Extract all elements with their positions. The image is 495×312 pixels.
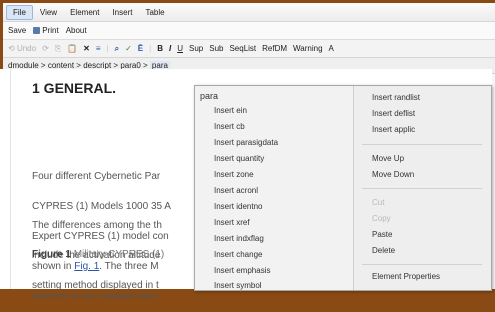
menu-separator [362,188,482,189]
figure-caption: Figure 1 Military CYPRES (1) [32,249,164,260]
para1-line: Four different Cybernetic Par [32,171,161,182]
menu-separator [362,144,482,145]
menu-item-insert-deflist[interactable]: Insert deflist [372,109,415,118]
find-icon[interactable]: ⌕ [115,44,119,54]
menu-separator [362,264,482,265]
undo-button[interactable]: ⟲ Undo [8,44,36,53]
menu-item-paste[interactable]: Paste [372,230,392,239]
print-icon [33,27,41,34]
menu-item-delete[interactable]: Delete [372,246,395,255]
menu-item-cut[interactable]: Cut [372,198,384,207]
menu-element[interactable]: Element [64,6,105,19]
underline-button[interactable]: U [177,44,183,53]
menu-item-insert-ein[interactable]: Insert ein [214,106,247,115]
menu-item-move-down[interactable]: Move Down [372,170,414,179]
edit-toolbar: ⟲ Undo ⟳ ⎘ 📋 ✕ ≡ | ⌕ ✓ Ē | B I U Sup Sub… [3,40,495,58]
menu-bar: File View Element Insert Table [3,3,495,22]
menu-item-insert-cb[interactable]: Insert cb [214,122,245,131]
copy-icon[interactable]: ⎘ [55,44,61,54]
about-button[interactable]: About [66,26,87,35]
section-heading: 1 GENERAL. [32,80,117,96]
para2-line: setting method displayed in t [32,280,159,291]
menu-item-insert-parasigdata[interactable]: Insert parasigdata [214,138,278,147]
bold-button[interactable]: B [157,44,163,53]
delete-icon[interactable]: ✕ [83,44,90,53]
context-menu-title: para [200,91,219,101]
menu-item-element-properties[interactable]: Element Properties [372,272,440,281]
menu-file[interactable]: File [6,4,33,20]
file-toolbar: Save Print About [3,22,495,40]
margin-line [10,69,11,289]
menu-item-copy[interactable]: Copy [372,214,391,223]
menu-table[interactable]: Table [139,6,170,19]
save-button[interactable]: Save [8,26,26,35]
menu-item-insert-acronl[interactable]: Insert acronl [214,186,258,195]
toolbar-divider: | [106,44,109,53]
menu-item-insert-xref[interactable]: Insert xref [214,218,250,227]
menu-item-insert-zone[interactable]: Insert zone [214,170,254,179]
para2-line: The differences among the th [32,220,162,231]
warning-button[interactable]: Warning [293,44,323,53]
list-icon[interactable]: ≡ [96,44,101,53]
figure-label: Figure 1 [32,249,71,260]
spellcheck-icon[interactable]: ✓ [125,44,132,53]
menu-insert[interactable]: Insert [106,6,138,19]
refdm-button[interactable]: RefDM [262,44,287,53]
menu-item-insert-identno[interactable]: Insert identno [214,202,262,211]
paste-icon[interactable]: 📋 [67,44,77,53]
menu-item-insert-indxflag[interactable]: Insert indxflag [214,234,264,243]
menu-item-insert-emphasis[interactable]: Insert emphasis [214,266,270,275]
menu-item-insert-applic[interactable]: Insert applic [372,125,415,134]
menu-item-insert-quantity[interactable]: Insert quantity [214,154,264,163]
more-button[interactable]: A [329,44,334,53]
sub-button[interactable]: Sub [209,44,223,53]
undo-label: Undo [16,44,37,53]
italic-button[interactable]: I [169,44,171,53]
menu-item-insert-randlist[interactable]: Insert randlist [372,93,420,102]
menu-view[interactable]: View [34,6,63,19]
menu-item-insert-change[interactable]: Insert change [214,250,262,259]
menu-item-move-up[interactable]: Move Up [372,154,404,163]
redo-icon[interactable]: ⟳ [42,44,49,53]
context-menu-insert-column: para Insert ein Insert cb Insert parasig… [195,86,354,290]
seqlist-button[interactable]: SeqList [229,44,256,53]
print-label: Print [42,26,59,35]
print-button[interactable]: Print [33,26,59,35]
figure-text: Military CYPRES (1) [73,249,165,260]
element-icon[interactable]: Ē [138,44,143,53]
sup-button[interactable]: Sup [189,44,203,53]
context-menu: para Insert ein Insert cb Insert parasig… [194,85,492,291]
toolbar-divider: | [149,44,152,53]
context-menu-actions-column: Insert randlist Insert deflist Insert ap… [354,86,491,290]
